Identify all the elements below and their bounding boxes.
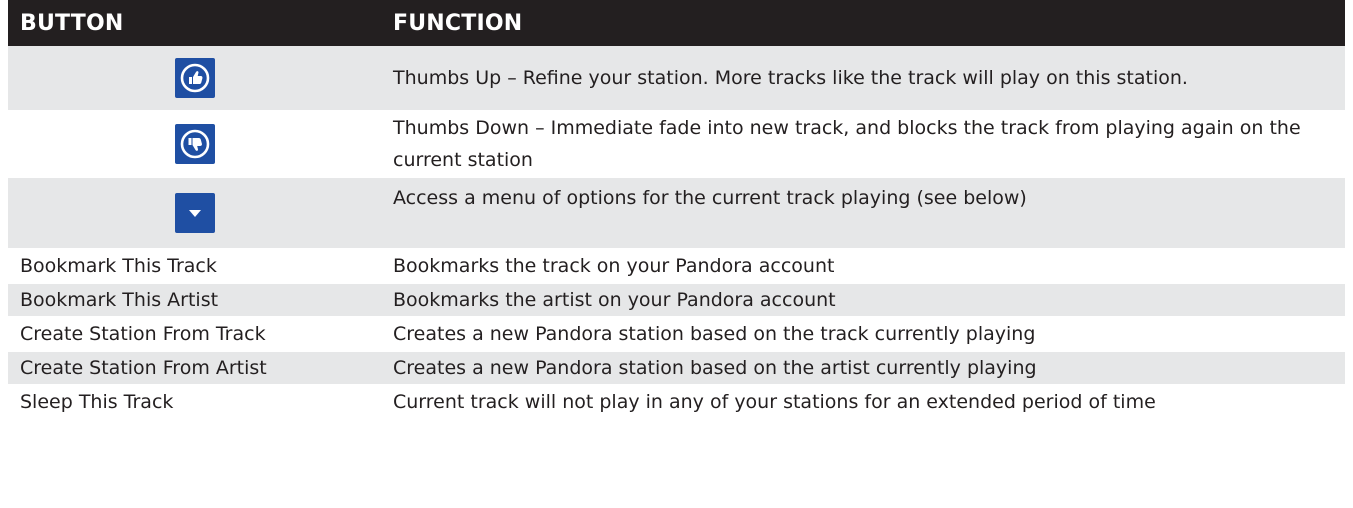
button-function-table: BUTTON FUNCTION Thumbs Up – Refine your …	[8, 0, 1345, 420]
function-cell: Thumbs Down – Immediate fade into new tr…	[381, 111, 1345, 178]
function-cell: Access a menu of options for the current…	[381, 177, 1345, 250]
button-label: Bookmark This Artist	[8, 283, 381, 318]
table-row: Sleep This Track Current track will not …	[8, 385, 1345, 420]
function-cell: Bookmarks the track on your Pandora acco…	[381, 249, 1345, 284]
header-button: BUTTON	[20, 10, 124, 36]
table-row: Create Station From Artist Creates a new…	[8, 351, 1345, 386]
button-label: Create Station From Track	[8, 317, 381, 352]
function-cell: Bookmarks the artist on your Pandora acc…	[381, 283, 1345, 318]
table-row: Thumbs Up – Refine your station. More tr…	[8, 46, 1345, 112]
button-cell	[8, 111, 381, 178]
table-row: Bookmark This Artist Bookmarks the artis…	[8, 283, 1345, 318]
button-label: Bookmark This Track	[8, 249, 381, 284]
table-row: Bookmark This Track Bookmarks the track …	[8, 249, 1345, 284]
page: BUTTON FUNCTION Thumbs Up – Refine your …	[0, 0, 1353, 508]
function-cell: Thumbs Up – Refine your station. More tr…	[381, 46, 1345, 112]
function-cell: Creates a new Pandora station based on t…	[381, 351, 1345, 386]
thumbs-down-icon	[174, 124, 215, 164]
function-cell: Current track will not play in any of yo…	[381, 385, 1345, 420]
chevron-down-icon	[174, 193, 215, 233]
table-row: Create Station From Track Creates a new …	[8, 317, 1345, 352]
thumbs-up-icon	[174, 58, 215, 98]
button-cell	[8, 177, 381, 250]
table-row: Access a menu of options for the current…	[8, 177, 1345, 250]
button-label: Sleep This Track	[8, 385, 381, 420]
button-label: Create Station From Artist	[8, 351, 381, 386]
header-function: FUNCTION	[393, 10, 523, 36]
table-header-row: BUTTON FUNCTION	[8, 0, 1345, 46]
function-cell: Creates a new Pandora station based on t…	[381, 317, 1345, 352]
table-row: Thumbs Down – Immediate fade into new tr…	[8, 111, 1345, 178]
button-cell	[8, 46, 381, 112]
